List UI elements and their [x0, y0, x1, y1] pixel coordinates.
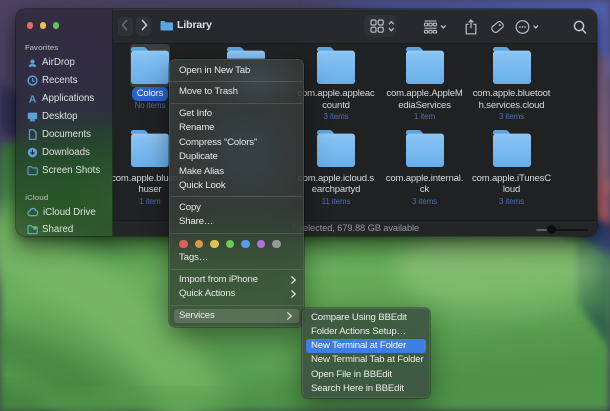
svg-text:A: A [29, 93, 37, 104]
